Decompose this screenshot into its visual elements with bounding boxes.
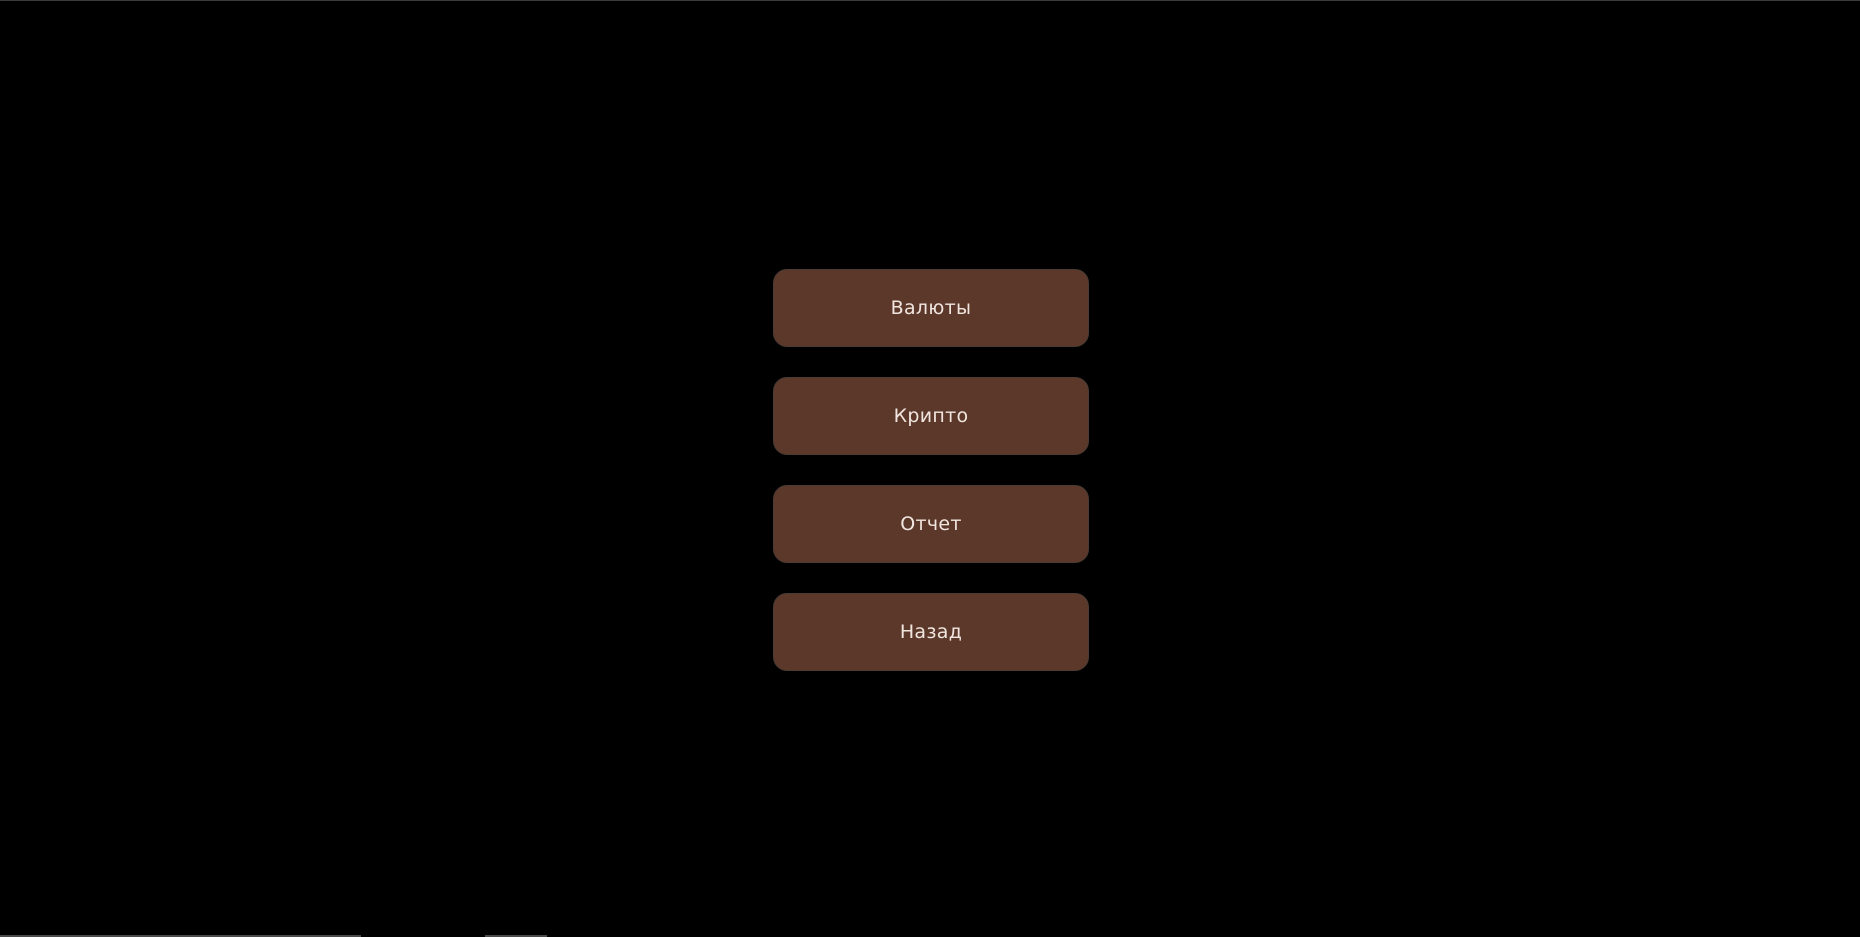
currencies-button-label: Валюты: [890, 297, 972, 319]
main-menu: Валюты Крипто Отчет Назад: [773, 269, 1089, 671]
crypto-button-label: Крипто: [893, 405, 969, 427]
app-screen: Валюты Крипто Отчет Назад: [0, 0, 1860, 937]
report-button[interactable]: Отчет: [773, 485, 1089, 563]
top-border: [0, 0, 1860, 1]
currencies-button[interactable]: Валюты: [773, 269, 1089, 347]
report-button-label: Отчет: [900, 513, 962, 535]
crypto-button[interactable]: Крипто: [773, 377, 1089, 455]
back-button-label: Назад: [899, 621, 963, 643]
back-button[interactable]: Назад: [773, 593, 1089, 671]
